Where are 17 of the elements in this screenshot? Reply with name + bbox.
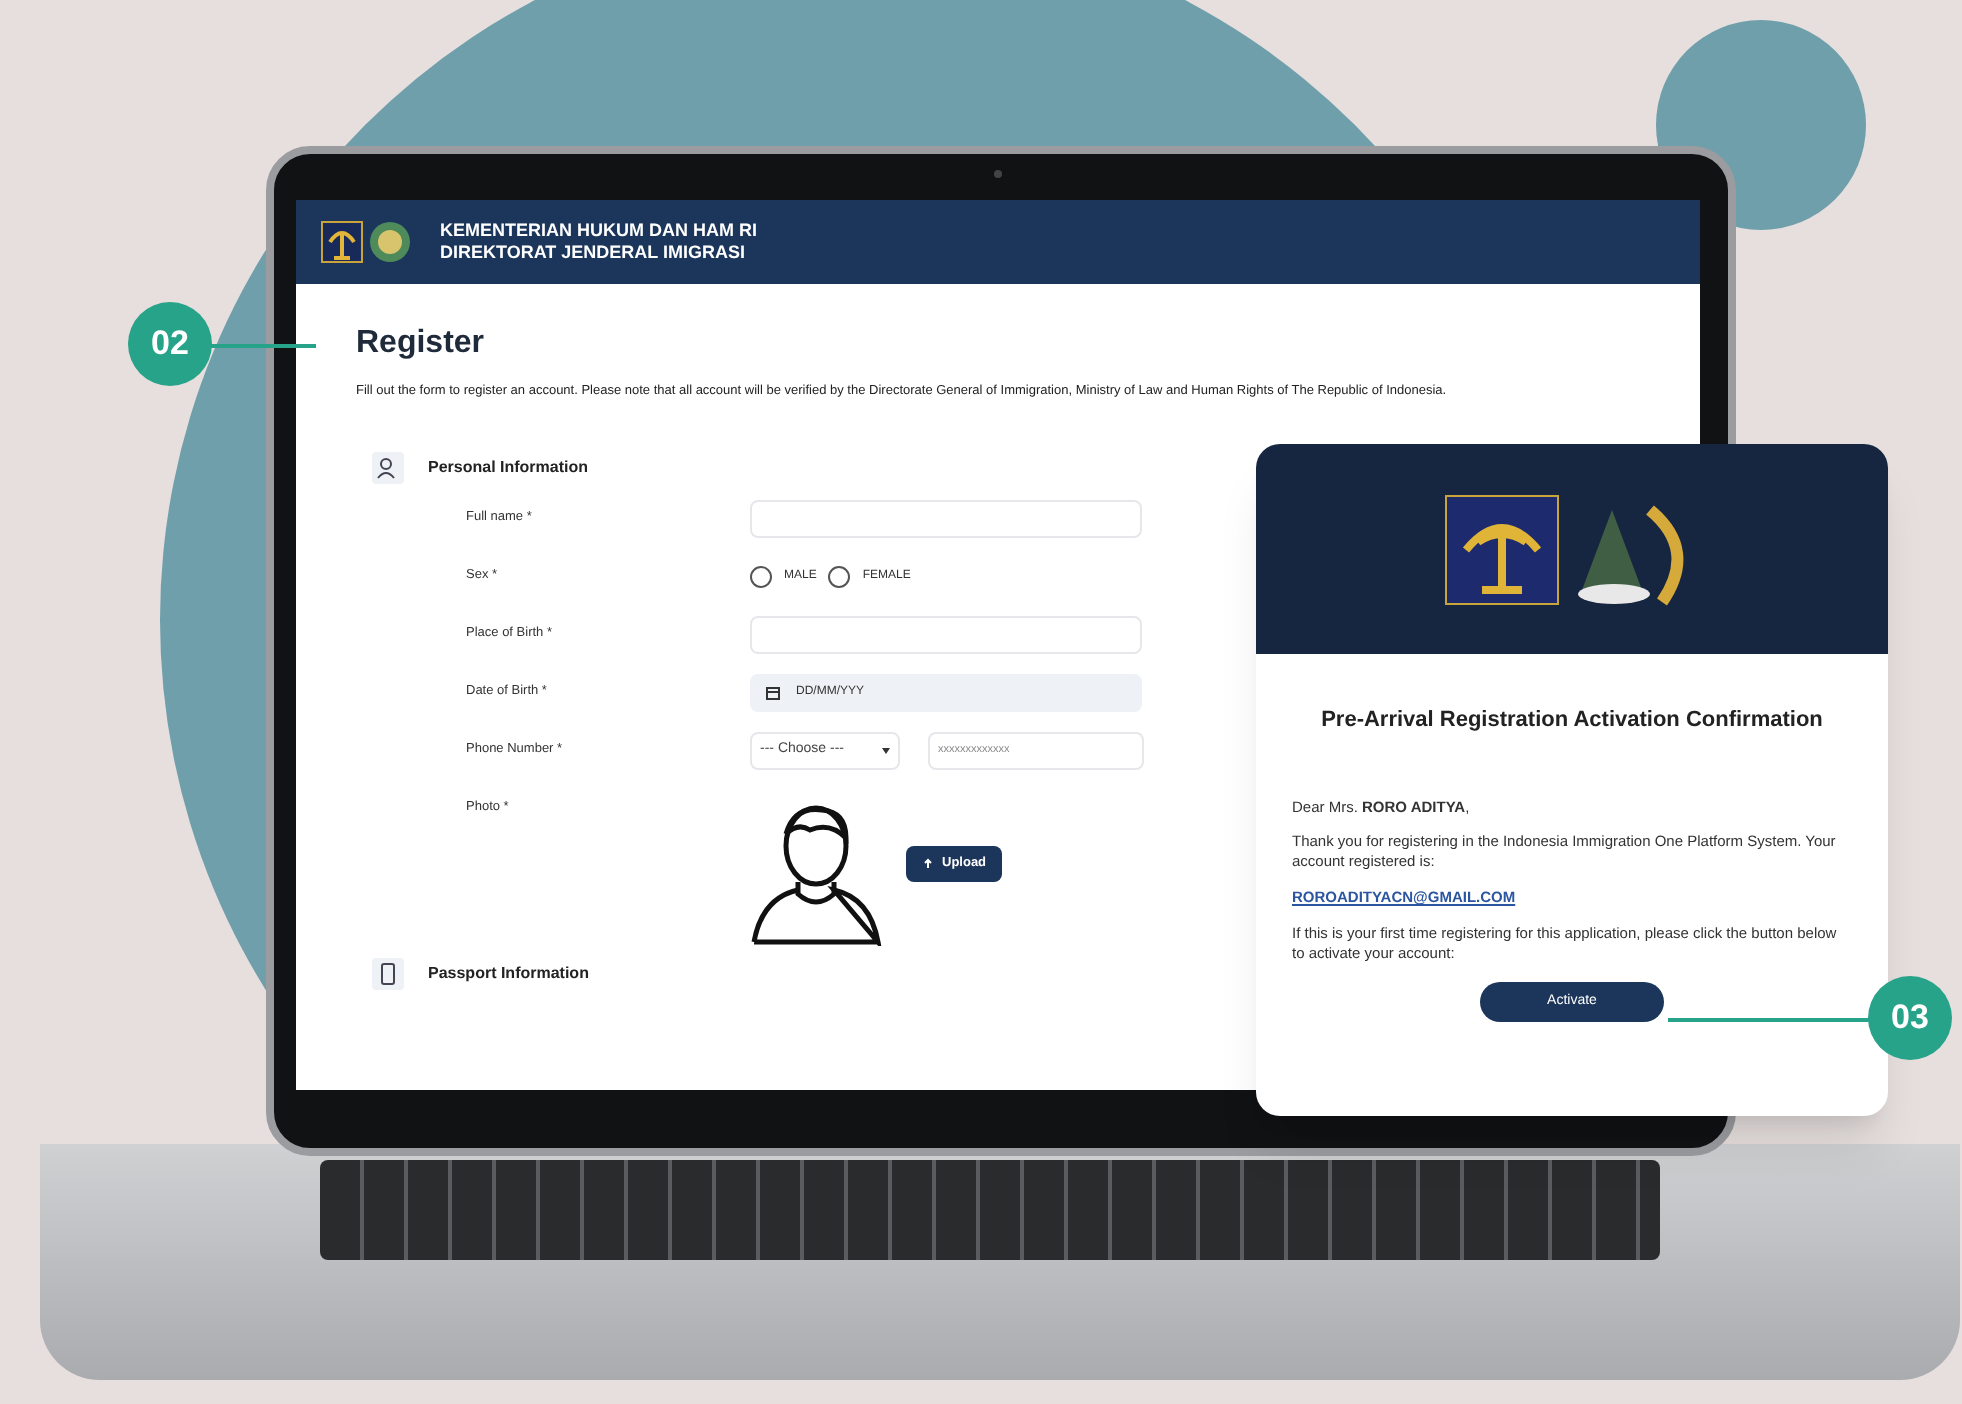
step-badge: 03 [1868,976,1952,1060]
page-title: Register [356,324,487,364]
radio-button[interactable] [750,565,772,587]
caret-icon [882,747,890,753]
calendar-icon [766,685,780,699]
upload-icon [922,858,934,870]
person-icon [372,452,404,484]
directorate-name: DIREKTORAT JENDERAL IMIGRASI [440,242,748,264]
text-field[interactable] [750,499,1142,537]
radio-button[interactable] [828,565,851,587]
text-field[interactable] [750,615,1142,653]
step-badge: 02 [128,302,212,386]
email-title: Pre-Arrival Registration Activation Confirmation [1319,710,1825,730]
ministry-name: KEMENTERIAN HUKUM DAN HAM RI [440,220,757,242]
passport-icon [372,958,404,990]
section-title: Personal Information [428,456,589,480]
section-title: Passport Information [428,962,589,986]
